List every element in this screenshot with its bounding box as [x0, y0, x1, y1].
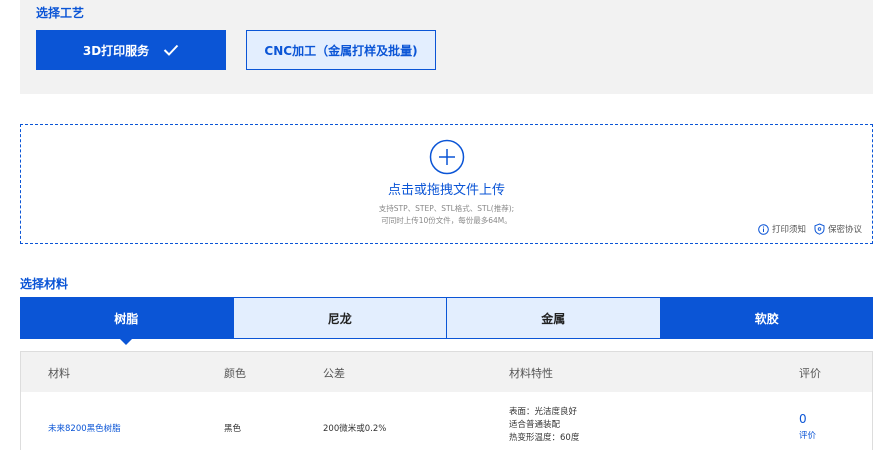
shield-icon [814, 223, 825, 235]
header-features: 材料特性 [509, 367, 553, 380]
materials-table: 材料 颜色 公差 材料特性 评价 未来8200黑色树脂 黑色 200微米或0.2… [20, 351, 873, 450]
print-notice-link[interactable]: 打印须知 [758, 223, 806, 235]
plus-circle-icon[interactable] [429, 139, 465, 175]
process-option-3d-printing[interactable]: 3D打印服务 [36, 30, 226, 70]
process-option-label: CNC加工（金属打样及批量) [264, 43, 418, 58]
rating-link[interactable]: 评价 [799, 429, 816, 441]
tab-soft-rubber[interactable]: 软胶 [660, 297, 873, 339]
header-color: 颜色 [224, 367, 246, 380]
upload-title: 点击或拖拽文件上传 [387, 183, 505, 198]
process-option-label: 3D打印服务 [82, 43, 150, 58]
tab-label: 金属 [541, 311, 566, 326]
material-name-link[interactable]: 未来8200黑色树脂 [48, 422, 121, 434]
header-tolerance: 公差 [323, 367, 345, 380]
privacy-agreement-label: 保密协议 [827, 225, 862, 235]
material-tolerance: 200微米或0.2% [323, 424, 387, 434]
rating-count[interactable]: 0 [799, 412, 807, 426]
header-rating: 评价 [799, 367, 821, 380]
material-section-title: 选择材料 [20, 277, 69, 291]
tab-metal[interactable]: 金属 [447, 297, 661, 339]
material-color: 黑色 [224, 424, 242, 434]
process-section-title: 选择工艺 [36, 6, 85, 20]
tab-label: 软胶 [754, 311, 779, 326]
tab-pointer [120, 339, 133, 345]
upload-limit-hint: 可同时上传10份文件，每份最多64M。 [381, 216, 512, 225]
tab-resin[interactable]: 树脂 [20, 297, 234, 345]
upload-format-hint: 支持STP、STEP、STL格式、STL(推荐); [378, 204, 515, 213]
tab-nylon[interactable]: 尼龙 [233, 297, 447, 339]
upload-links: 打印须知 保密协议 [758, 223, 862, 235]
process-option-cnc[interactable]: CNC加工（金属打样及批量) [246, 30, 436, 70]
tab-label: 树脂 [114, 311, 139, 326]
check-icon [163, 44, 179, 56]
file-upload-dropzone[interactable]: 点击或拖拽文件上传 支持STP、STEP、STL格式、STL(推荐); 可同时上… [20, 124, 873, 244]
header-material: 材料 [48, 367, 70, 380]
tab-label: 尼龙 [327, 311, 352, 326]
privacy-agreement-link[interactable]: 保密协议 [814, 223, 862, 235]
table-header: 材料 颜色 公差 材料特性 评价 [21, 352, 872, 392]
material-tabs: 树脂 尼龙 金属 软胶 [20, 297, 873, 345]
table-row[interactable]: 未来8200黑色树脂 黑色 200微米或0.2% 表面：光洁度良好 适合普通装配… [21, 392, 872, 450]
material-feature: 适合普通装配 [509, 420, 561, 430]
material-feature: 表面：光洁度良好 [509, 407, 578, 417]
material-feature: 热变形温度：60度 [509, 433, 580, 443]
info-icon [758, 223, 769, 235]
process-panel: 选择工艺 3D打印服务 CNC加工（金属打样及批量) [20, 0, 873, 94]
print-notice-label: 打印须知 [771, 225, 806, 235]
